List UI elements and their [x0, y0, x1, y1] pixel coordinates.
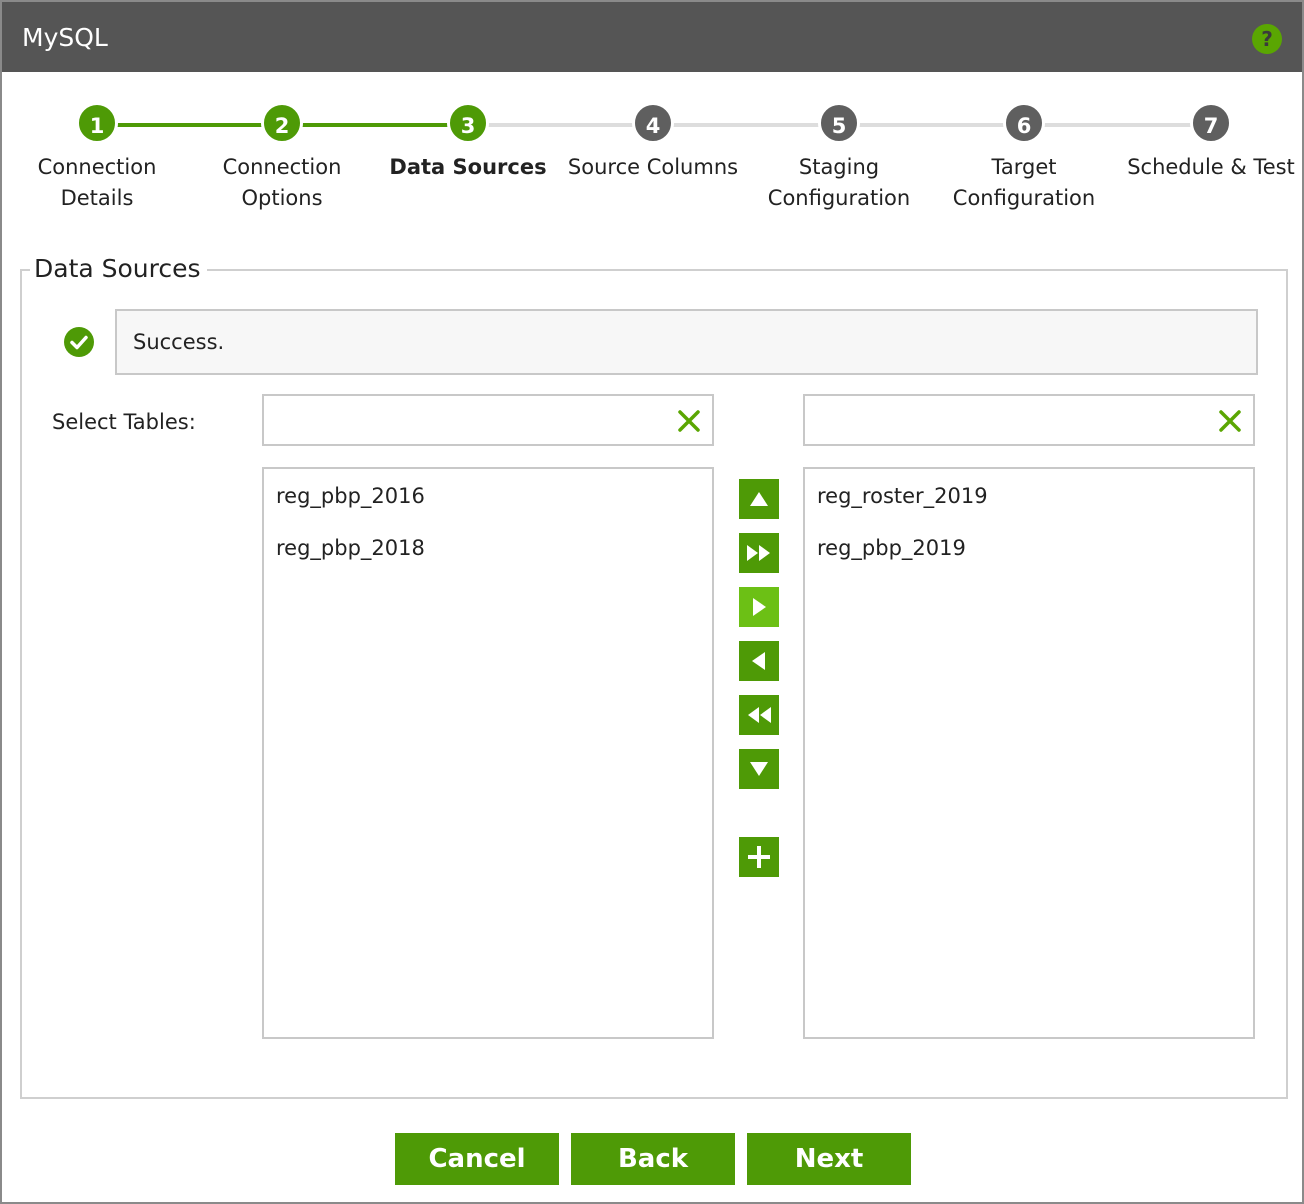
- move-left-button[interactable]: [739, 641, 779, 681]
- step-label: Data Sources: [389, 155, 547, 179]
- step-label: Configuration: [952, 186, 1096, 210]
- step-number: 1: [76, 102, 118, 144]
- help-icon[interactable]: ?: [1252, 24, 1282, 54]
- step-label: Configuration: [767, 186, 911, 210]
- step-data-sources[interactable]: 3 Data Sources: [378, 102, 558, 183]
- move-up-icon: [750, 492, 768, 506]
- next-button[interactable]: Next: [747, 1133, 911, 1185]
- step-connection-options[interactable]: 2 Connection Options: [192, 102, 372, 214]
- available-tables-filter[interactable]: [262, 394, 714, 446]
- selected-tables-list[interactable]: reg_roster_2019 reg_pbp_2019: [803, 467, 1255, 1039]
- step-label: Connection: [37, 155, 157, 179]
- move-down-button[interactable]: [739, 749, 779, 789]
- move-all-right-icon: [747, 545, 770, 561]
- move-down-icon: [750, 762, 768, 776]
- data-sources-group: Data Sources Success. Select Tables: reg…: [20, 253, 1288, 1099]
- status-message: Success.: [115, 309, 1258, 375]
- step-label: Target: [991, 155, 1057, 179]
- selected-tables-filter[interactable]: [803, 394, 1255, 446]
- move-all-left-icon: [748, 707, 771, 723]
- cancel-button[interactable]: Cancel: [395, 1133, 559, 1185]
- list-item[interactable]: reg_pbp_2018: [264, 531, 712, 583]
- step-number: 5: [818, 102, 860, 144]
- step-staging-configuration[interactable]: 5 Staging Configuration: [749, 102, 929, 214]
- step-label: Schedule & Test: [1127, 155, 1295, 179]
- check-circle-icon: [64, 327, 94, 357]
- step-schedule-test[interactable]: 7 Schedule & Test: [1116, 102, 1304, 183]
- step-number: 7: [1190, 102, 1232, 144]
- move-all-left-button[interactable]: [739, 695, 779, 735]
- x-icon[interactable]: [674, 406, 704, 436]
- section-legend: Data Sources: [30, 253, 207, 285]
- step-label: Staging: [798, 155, 880, 179]
- add-button[interactable]: [739, 837, 779, 877]
- available-tables-list[interactable]: reg_pbp_2016 reg_pbp_2018: [262, 467, 714, 1039]
- move-left-icon: [752, 652, 765, 670]
- x-icon[interactable]: [1215, 406, 1245, 436]
- step-source-columns[interactable]: 4 Source Columns: [563, 102, 743, 183]
- back-button[interactable]: Back: [571, 1133, 735, 1185]
- move-up-button[interactable]: [739, 479, 779, 519]
- wizard-steps: 1 Connection Details 2 Connection Options …: [2, 102, 1302, 222]
- step-number: 2: [261, 102, 303, 144]
- move-right-icon: [753, 598, 766, 616]
- selected-filter-input[interactable]: [809, 400, 1209, 440]
- select-tables-label: Select Tables:: [52, 410, 196, 434]
- step-label: Options: [241, 186, 323, 210]
- wizard-window: MySQL ? 1 Connection Details 2 Connection…: [0, 0, 1304, 1204]
- available-filter-input[interactable]: [268, 400, 668, 440]
- step-number: 4: [632, 102, 674, 144]
- add-icon: [748, 846, 770, 868]
- move-right-button[interactable]: [739, 587, 779, 627]
- step-label: Source Columns: [567, 155, 739, 179]
- step-target-configuration[interactable]: 6 Target Configuration: [934, 102, 1114, 214]
- step-connection-details[interactable]: 1 Connection Details: [7, 102, 187, 214]
- step-label: Details: [60, 186, 134, 210]
- title-bar: MySQL ?: [2, 2, 1302, 72]
- list-item[interactable]: reg_roster_2019: [805, 479, 1253, 531]
- step-label: Connection: [222, 155, 342, 179]
- list-item[interactable]: reg_pbp_2016: [264, 479, 712, 531]
- list-item[interactable]: reg_pbp_2019: [805, 531, 1253, 583]
- step-number: 3: [447, 102, 489, 144]
- step-number: 6: [1003, 102, 1045, 144]
- move-all-right-button[interactable]: [739, 533, 779, 573]
- window-title: MySQL: [22, 23, 108, 52]
